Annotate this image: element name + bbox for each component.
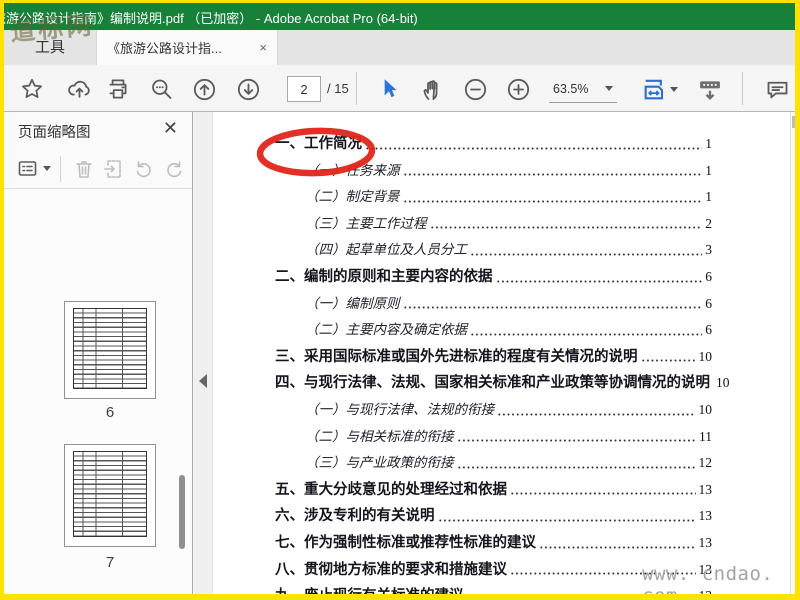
- thumbnail-options-icon[interactable]: [16, 157, 40, 181]
- toc-entry[interactable]: （二）与相关标准的衔接 11: [275, 423, 712, 451]
- document-page: 一、工作简况 1 （一）任务来源 1 （二）制定背景 1 （三）主要工作过程 2 （四）…: [213, 112, 790, 594]
- zoom-out-icon[interactable]: [461, 75, 489, 103]
- panel-separator: [60, 156, 61, 182]
- star-icon[interactable]: [18, 75, 46, 103]
- main-toolbar: / 15 63.5%: [4, 65, 795, 177]
- toc-entry[interactable]: （二）制定背景 1: [275, 184, 712, 211]
- chevron-down-icon: [605, 86, 613, 91]
- thumbnail-table-preview: [73, 451, 147, 537]
- zoom-level-value: 63.5%: [553, 81, 589, 96]
- rotate-ccw-icon[interactable]: [132, 157, 156, 181]
- toc-entry[interactable]: 一、工作简况 1: [275, 131, 712, 158]
- chevron-down-icon[interactable]: [43, 166, 51, 171]
- toc-entry[interactable]: （一）与现行法律、法规的衔接 10: [275, 396, 712, 424]
- toc-entry[interactable]: （一）编制原则 6: [275, 290, 712, 318]
- thumbnail-table-preview: [73, 307, 147, 390]
- rotate-cw-icon[interactable]: [162, 157, 186, 181]
- thumbnail-toolbar: [4, 148, 192, 189]
- print-icon[interactable]: [104, 75, 132, 103]
- thumbnail-page-7[interactable]: [64, 444, 156, 547]
- toc-entry[interactable]: （二）主要内容及确定依据 6: [275, 317, 712, 344]
- zoom-level-dropdown[interactable]: 63.5%: [549, 75, 617, 103]
- page-up-icon[interactable]: [190, 75, 218, 103]
- thumbnail-page-number: 6: [105, 404, 115, 421]
- comment-icon[interactable]: [763, 75, 791, 103]
- panel-title: 页面缩略图: [18, 125, 91, 141]
- tab-document[interactable]: 《旅游公路设计指... ×: [96, 30, 278, 65]
- table-of-contents: 一、工作简况 1 （一）任务来源 1 （二）制定背景 1 （三）主要工作过程 2 （四）…: [275, 131, 730, 594]
- thumbnail-page-6[interactable]: [64, 301, 156, 399]
- watermark-stamp: 道标网: [9, 10, 96, 47]
- chevron-down-icon[interactable]: [670, 87, 678, 92]
- cloud-upload-icon[interactable]: [65, 75, 93, 103]
- page-number-input[interactable]: [287, 76, 321, 102]
- thumbnail-list: 6 7: [4, 190, 192, 594]
- toolbar-separator: [742, 72, 743, 105]
- toc-entry[interactable]: 二、编制的原则和主要内容的依据 6: [275, 263, 712, 291]
- toc-entry[interactable]: （一）任务来源 1: [275, 157, 712, 185]
- search-icon[interactable]: [147, 75, 175, 103]
- toc-entry[interactable]: 四、与现行法律、法规、国家相关标准和产业政策等协调情况的说明 10: [275, 370, 730, 397]
- document-scrollbar[interactable]: [790, 112, 795, 594]
- panel-header: 页面缩略图 ✕: [4, 112, 192, 148]
- title-bar: 旅游公路设计指南》编制说明.pdf （已加密） - Adobe Acrobat …: [4, 3, 795, 30]
- toc-entry[interactable]: 五、重大分歧意见的处理经过和依据 13: [275, 476, 712, 504]
- toc-entry[interactable]: （四）起草单位及人员分工 3: [275, 237, 712, 264]
- acrobat-window: 旅游公路设计指南》编制说明.pdf （已加密） - Adobe Acrobat …: [4, 3, 795, 594]
- page-total-label: / 15: [327, 81, 349, 96]
- tab-document-label: 《旅游公路设计指...: [107, 41, 222, 56]
- collapse-panel-icon[interactable]: [199, 374, 207, 388]
- sidebar-scrollbar-thumb[interactable]: [179, 475, 185, 549]
- toc-entry[interactable]: （三）与产业政策的衔接 12: [275, 450, 712, 477]
- zoom-in-icon[interactable]: [504, 75, 532, 103]
- page-down-icon[interactable]: [234, 75, 262, 103]
- toc-entry[interactable]: 三、采用国际标准或国外先进标准的程度有关情况的说明 10: [275, 343, 712, 371]
- panel-collapse-strip: [194, 112, 213, 594]
- toolbar-dock-icon[interactable]: [696, 75, 724, 103]
- thumbnail-page-number: 7: [105, 554, 115, 571]
- page-thumbnails-panel: 页面缩略图 ✕ 6 7: [4, 112, 193, 594]
- fit-width-icon[interactable]: [641, 75, 669, 103]
- delete-page-icon[interactable]: [72, 157, 96, 181]
- hand-tool-icon[interactable]: [418, 75, 446, 103]
- document-scrollbar-thumb[interactable]: [791, 116, 795, 128]
- tab-bar: 工具 《旅游公路设计指... ×: [4, 30, 795, 65]
- toc-entry[interactable]: 六、涉及专利的有关说明 13: [275, 503, 712, 530]
- watermark-cndao: www. cndao. com: [642, 563, 774, 594]
- tab-close-icon[interactable]: ×: [259, 40, 267, 55]
- toc-entry[interactable]: （三）主要工作过程 2: [275, 210, 712, 238]
- select-cursor-icon[interactable]: [375, 75, 403, 103]
- toolbar-separator: [356, 72, 357, 105]
- panel-close-icon[interactable]: ✕: [163, 118, 178, 139]
- toc-entry[interactable]: 七、作为强制性标准或推荐性标准的建议 13: [275, 529, 712, 557]
- extract-page-icon[interactable]: [102, 157, 126, 181]
